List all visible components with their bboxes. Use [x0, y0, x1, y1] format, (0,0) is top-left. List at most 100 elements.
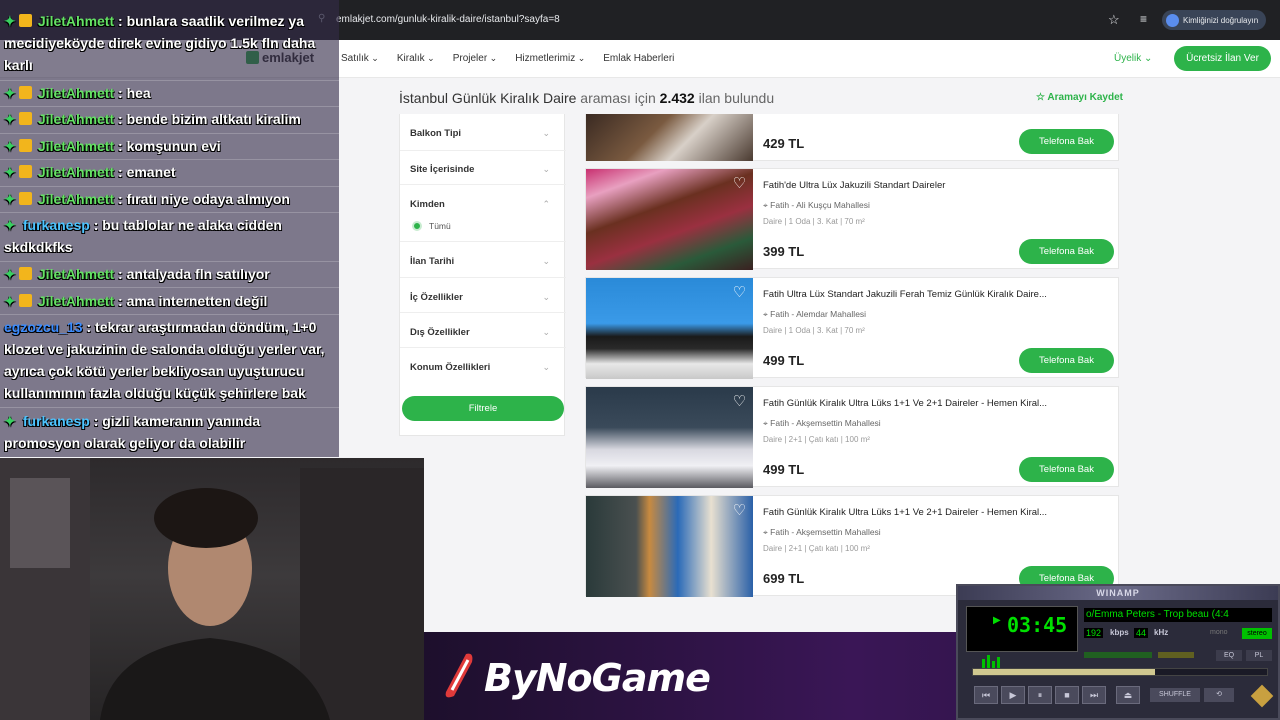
eq-toggle[interactable]: EQ [1216, 650, 1242, 661]
chat-text: : ama internetten değil [118, 293, 268, 309]
filter-apply-button[interactable]: Filtrele [402, 396, 564, 421]
listing-photo[interactable] [586, 387, 753, 488]
call-button[interactable]: Telefona Bak [1019, 457, 1114, 482]
listing-location: ⌖ Fatih - Akşemsettin Mahallesi [763, 418, 881, 429]
call-button[interactable]: Telefona Bak [1019, 239, 1114, 264]
avatar [1166, 13, 1179, 27]
divider [400, 184, 566, 185]
crown-badge-icon [19, 165, 32, 178]
favorite-heart-icon[interactable]: ♡ [731, 175, 748, 192]
divider [0, 159, 339, 160]
listing-photo[interactable] [586, 169, 753, 270]
balance-slider[interactable] [1158, 652, 1194, 658]
samplerate-value: 44 [1134, 628, 1149, 638]
listing-card[interactable]: ♡ Fatih Günlük Kiralık Ultra Lüks 1+1 Ve… [585, 495, 1119, 597]
listing-title[interactable]: Fatih Günlük Kiralık Ultra Lüks 1+1 Ve 2… [763, 398, 1047, 409]
chat-message: ✦ JiletAhmett : ama internetten değil [4, 290, 334, 312]
chat-message: ✦ furkanesp : gizli kameranın yanında pr… [4, 410, 334, 454]
main-nav: Satılık Kiralık Projeler Hizmetlerimiz E… [341, 53, 674, 64]
sub-badge-icon: ✦ [4, 164, 16, 180]
extensions-icon[interactable]: ≡ [1140, 12, 1147, 26]
crown-badge-icon [19, 294, 32, 307]
eject-icon[interactable]: ⏏ [1116, 686, 1140, 704]
listing-photo[interactable] [586, 114, 753, 161]
chat-text: : emanet [118, 164, 176, 180]
divider [400, 347, 566, 348]
listing-photo[interactable] [586, 496, 753, 597]
listing-location: ⌖ Fatih - Akşemsettin Mahallesi [763, 527, 881, 538]
bitrate-value: 192 [1084, 628, 1104, 638]
play-icon[interactable]: ▶ [1001, 686, 1025, 704]
nav-satilik[interactable]: Satılık [341, 53, 379, 64]
kimden-tumu-radio[interactable]: Tümü [412, 221, 451, 231]
call-button[interactable]: Telefona Bak [1019, 348, 1114, 373]
shuffle-button[interactable]: SHUFFLE [1150, 688, 1200, 702]
membership-menu[interactable]: Üyelik [1114, 53, 1152, 64]
pause-icon[interactable]: ⏸ [1028, 686, 1052, 704]
filter-kimden[interactable]: Kimden ⌃ [410, 199, 556, 210]
chat-username: JiletAhmett [37, 293, 115, 309]
divider [400, 241, 566, 242]
divider [0, 80, 339, 81]
chat-text: : bende bizim altkatı kiralim [118, 111, 301, 127]
previous-icon[interactable]: ⏮ [974, 686, 998, 704]
save-search-button[interactable]: ☆ Aramayı Kaydet [1036, 92, 1123, 103]
repeat-button[interactable]: ⟲ [1204, 688, 1234, 702]
chat-message: ✦ furkanesp : bu tablolar ne alaka cidde… [4, 214, 334, 258]
location-text: Fatih - Akşemsettin Mahallesi [770, 418, 881, 428]
filter-label: Balkon Tipi [410, 128, 462, 139]
listing-card[interactable]: ♡ Fatih'de Ultra Lüx Jakuzili Standart D… [585, 168, 1119, 270]
chat-message: ✦ JiletAhmett : emanet [4, 161, 334, 183]
filter-label: Kimden [410, 199, 445, 210]
filter-dis-ozellikler[interactable]: Dış Özellikler ⌄ [410, 327, 556, 338]
winamp-player[interactable]: WINAMP ▶ 03:45 o/Emma Peters - Trop beau… [956, 584, 1280, 720]
listing-card[interactable]: ♡ Fatih Günlük Kiralık Ultra Lüks 1+1 Ve… [585, 386, 1119, 488]
favorite-heart-icon[interactable]: ♡ [731, 284, 748, 301]
profile-button[interactable]: Kimliğinizi doğrulayın [1162, 10, 1266, 30]
stop-icon[interactable]: ■ [1055, 686, 1079, 704]
chat-message: ✦ JiletAhmett : fıratı niye odaya almıyo… [4, 188, 334, 210]
address-bar[interactable]: emlakjet.com/gunluk-kiralik-daire/istanb… [336, 14, 560, 25]
nav-kiralik[interactable]: Kiralık [397, 53, 435, 64]
favorite-heart-icon[interactable]: ♡ [731, 393, 748, 410]
volume-slider[interactable] [1084, 652, 1152, 658]
next-icon[interactable]: ⏭ [1082, 686, 1106, 704]
favorite-heart-icon[interactable]: ♡ [731, 502, 748, 519]
listing-title[interactable]: Fatih'de Ultra Lüx Jakuzili Standart Dai… [763, 180, 945, 191]
call-button[interactable]: Telefona Bak [1019, 129, 1114, 154]
repeat-icon: ⟲ [1216, 691, 1222, 698]
winamp-logo-icon[interactable] [1250, 684, 1274, 708]
divider [400, 150, 566, 151]
listing-card[interactable]: ♡ Fatih Ultra Lüx Standart Jakuzili Fera… [585, 277, 1119, 379]
filter-ilan-tarihi[interactable]: İlan Tarihi ⌄ [410, 256, 556, 267]
nav-projeler[interactable]: Projeler [453, 53, 498, 64]
winamp-titlebar[interactable]: WINAMP [958, 586, 1278, 600]
filter-ic-ozellikler[interactable]: İç Özellikler ⌄ [410, 292, 556, 303]
divider [0, 186, 339, 187]
nav-hizmetlerimiz[interactable]: Hizmetlerimiz [515, 53, 585, 64]
chevron-down-icon: ⌄ [542, 362, 550, 372]
filter-konum-ozellikleri[interactable]: Konum Özellikleri ⌄ [410, 362, 556, 373]
sub-badge-icon: ✦ [4, 13, 16, 29]
listing-photo[interactable] [586, 278, 753, 379]
track-title[interactable]: o/Emma Peters - Trop beau (4:4 [1084, 608, 1272, 622]
filter-balkon-tipi[interactable]: Balkon Tipi ⌄ [410, 128, 556, 139]
results-query: İstanbul Günlük Kiralık Daire [399, 90, 577, 106]
listing-details: Daire | 2+1 | Çatı katı | 100 m² [763, 435, 870, 444]
post-listing-button[interactable]: Ücretsiz İlan Ver [1174, 46, 1271, 71]
bookmark-star-icon[interactable]: ☆ [1108, 12, 1120, 28]
sub-badge-icon: ✦ [4, 138, 16, 154]
listing-card[interactable]: 429 TL Telefona Bak [585, 114, 1119, 161]
seek-bar[interactable] [972, 668, 1268, 676]
chat-text: : fıratı niye odaya almıyon [118, 191, 290, 207]
chat-text: : komşunun evi [118, 138, 221, 154]
filter-site-icerisinde[interactable]: Site İçerisinde ⌄ [410, 164, 556, 175]
listing-title[interactable]: Fatih Günlük Kiralık Ultra Lüks 1+1 Ve 2… [763, 507, 1047, 518]
visualizer[interactable] [981, 647, 1001, 669]
bitrate-unit: kbps [1110, 628, 1129, 637]
playlist-toggle[interactable]: PL [1246, 650, 1272, 661]
listing-title[interactable]: Fatih Ultra Lüx Standart Jakuzili Ferah … [763, 289, 1047, 300]
elapsed-time[interactable]: 03:45 [1007, 613, 1067, 637]
chat-username: egzozcu_13 [4, 319, 83, 335]
nav-emlak-haberleri[interactable]: Emlak Haberleri [603, 53, 674, 64]
